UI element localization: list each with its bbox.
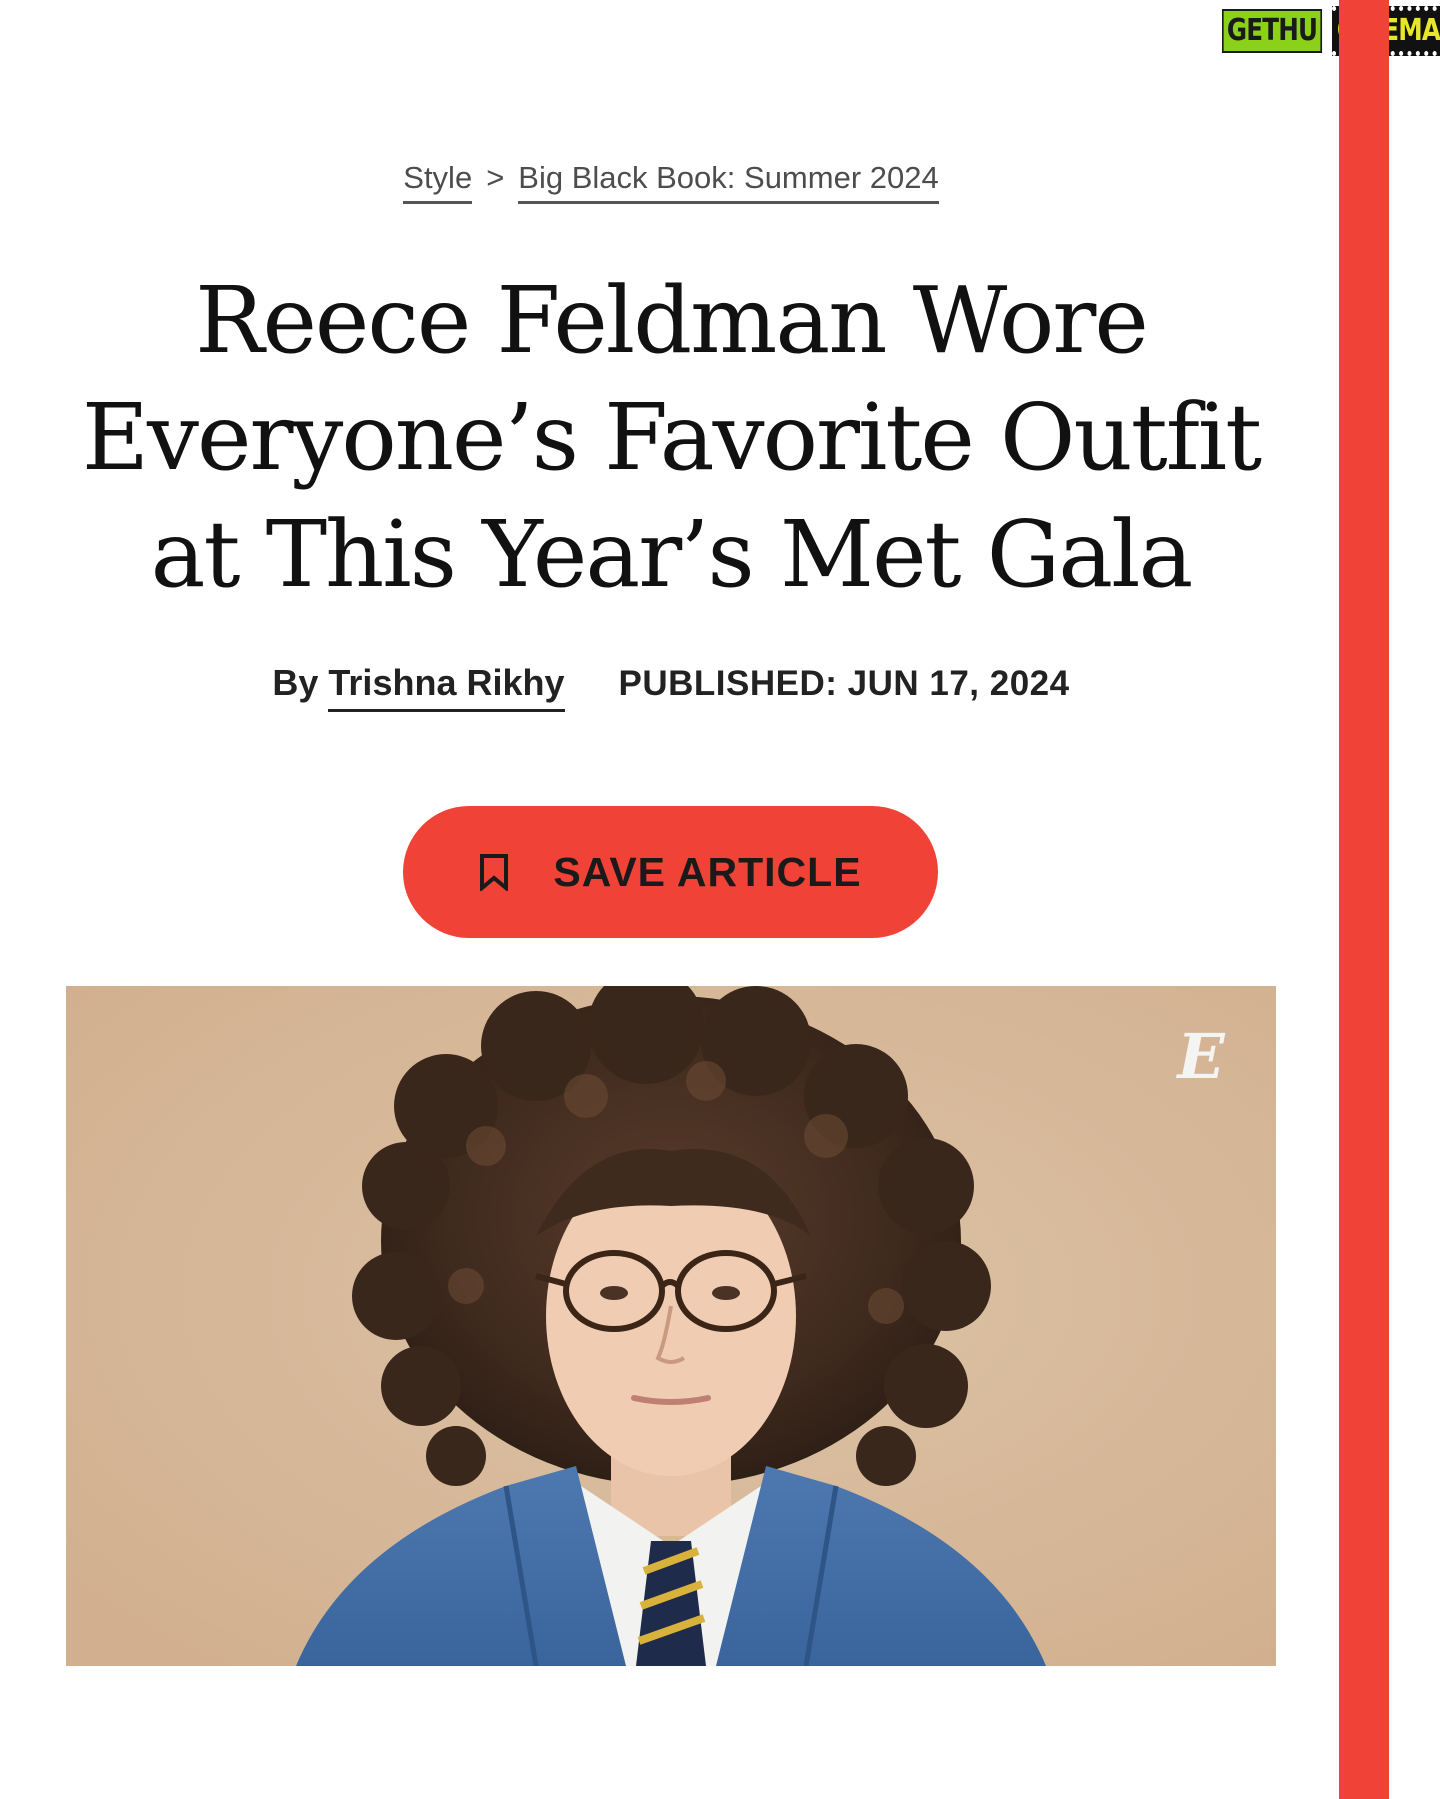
hero-image: E (66, 986, 1276, 1666)
watermark-logo: GETHU CINEMA (1222, 6, 1440, 56)
article-headline: Reece Feldman Wore Everyone’s Favorite O… (60, 262, 1282, 613)
publication-logo: E (1175, 1020, 1225, 1093)
headline-line-1: Reece Feldman Wore (195, 267, 1149, 374)
author-link[interactable]: Trishna Rikhy (328, 662, 565, 712)
watermark-left-text: GETHU (1222, 9, 1323, 53)
breadcrumb-link-style[interactable]: Style (403, 160, 473, 204)
breadcrumb-separator: > (486, 160, 505, 195)
hero-portrait-illustration: E (66, 986, 1276, 1666)
breadcrumb-link-big-black-book[interactable]: Big Black Book: Summer 2024 (518, 160, 939, 204)
byline-prefix: By (272, 662, 319, 703)
save-article-label: SAVE ARTICLE (553, 848, 862, 895)
headline-line-3: at This Year’s Met Gala (150, 501, 1194, 608)
byline: By Trishna Rikhy PUBLISHED: JUN 17, 2024 (0, 662, 1342, 712)
accent-stripe (1339, 0, 1389, 1799)
headline-line-2: Everyone’s Favorite Outfit (81, 384, 1262, 491)
breadcrumb: Style > Big Black Book: Summer 2024 (0, 160, 1342, 204)
bookmark-icon (479, 853, 509, 893)
published-date: PUBLISHED: JUN 17, 2024 (618, 664, 1070, 703)
save-article-button[interactable]: SAVE ARTICLE (403, 806, 938, 938)
